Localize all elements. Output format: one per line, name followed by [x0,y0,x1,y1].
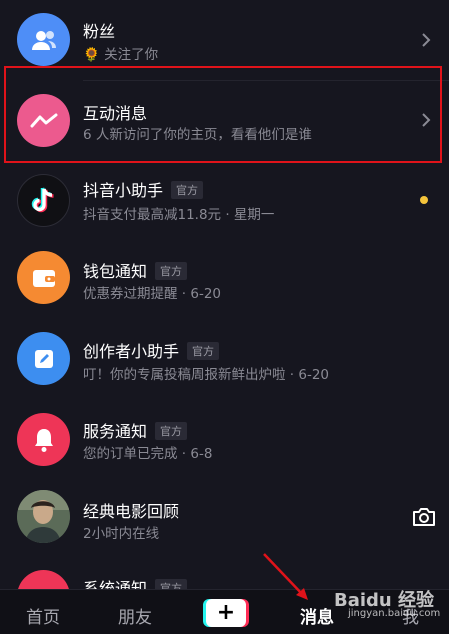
official-badge: 官方 [171,181,204,199]
tiktok-icon [31,186,54,212]
watermark-url: jingyan.baidu.com [348,608,441,619]
chevron-right-icon[interactable] [421,32,431,48]
unread-dot [420,196,428,204]
official-badge: 官方 [187,342,220,360]
wallet-avatar [17,251,70,304]
official-badge: 官方 [155,262,188,280]
edit-icon [34,349,53,368]
wallet-subtitle: 优惠券过期提醒 · 6-20 [83,286,222,302]
douyin-assistant-name: 抖音小助手 [83,181,164,200]
highlight-box [4,66,442,163]
tab-friends[interactable]: 朋友 [118,603,152,628]
message-row-douyin-assistant[interactable]: 抖音小助手 官方 抖音支付最高减11.8元 · 星期一 [0,164,449,246]
wallet-icon [32,269,55,287]
system-title: 系统通知 官方 [83,575,188,589]
creator-assistant-title: 创作者小助手 官方 [83,338,220,362]
message-row-creator-assistant[interactable]: 创作者小助手 官方 叮！你的专属投稿周报新鲜出炉啦 · 6-20 [0,328,449,410]
annotation-arrow [263,553,308,600]
wallet-name: 钱包通知 [83,262,148,281]
douyin-assistant-title: 抖音小助手 官方 [83,177,204,201]
creator-assistant-name: 创作者小助手 [83,342,180,361]
creator-assistant-subtitle: 叮！你的专属投稿周报新鲜出炉啦 · 6-20 [83,367,330,383]
creator-assistant-avatar [17,332,70,385]
fans-title: 粉丝 [83,22,116,41]
message-row-classic-movies[interactable]: 经典电影回顾 2小时内在线 [0,490,449,568]
service-avatar [17,413,70,466]
douyin-assistant-avatar [17,174,70,227]
service-name: 服务通知 [83,422,148,441]
bell-icon [34,428,53,452]
wallet-title: 钱包通知 官方 [83,258,188,282]
service-subtitle: 您的订单已完成 · 6-8 [83,446,213,462]
official-badge: 官方 [155,579,188,589]
tab-home[interactable]: 首页 [26,603,60,628]
system-name: 系统通知 [83,579,148,589]
message-row-wallet[interactable]: 钱包通知 官方 优惠券过期提醒 · 6-20 [0,246,449,328]
official-badge: 官方 [155,422,188,440]
create-button[interactable]: + [206,599,246,627]
camera-icon[interactable] [411,506,437,528]
user-photo-icon [17,490,70,543]
classic-movies-title: 经典电影回顾 [83,502,180,521]
fans-avatar [17,13,70,66]
douyin-assistant-subtitle: 抖音支付最高减11.8元 · 星期一 [83,207,275,223]
users-icon [31,30,56,50]
fans-subtitle: 🌻 关注了你 [83,47,159,63]
service-title: 服务通知 官方 [83,418,188,442]
avatar [17,490,70,543]
classic-movies-subtitle: 2小时内在线 [83,526,160,542]
message-row-service[interactable]: 服务通知 官方 您的订单已完成 · 6-8 [0,410,449,490]
system-avatar [17,570,70,589]
